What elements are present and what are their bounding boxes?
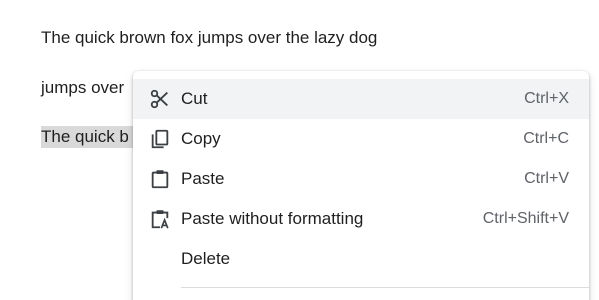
document-line[interactable]: The quick brown fox jumps over the lazy … [41,27,377,49]
menu-item-shortcut: Ctrl+X [524,90,569,107]
document-canvas[interactable]: The quick brown fox jumps over the lazy … [0,0,599,300]
menu-item-label: Paste without formatting [181,209,364,228]
menu-item-shortcut: Ctrl+C [523,130,569,147]
menu-item-label: Cut [181,89,208,108]
context-menu: Cut Ctrl+X Copy Ctrl+C Paste Ctrl+V Past… [133,71,589,300]
menu-item-paste[interactable]: Paste Ctrl+V [133,159,589,199]
document-line[interactable]: jumps over [41,77,124,99]
menu-item-label: Delete [181,249,231,268]
menu-item-paste-without-formatting[interactable]: Paste without formatting Ctrl+Shift+V [133,199,589,239]
menu-item-delete[interactable]: Delete [133,239,589,279]
menu-item-shortcut: Ctrl+V [524,170,569,187]
menu-item-label: Copy [181,129,221,148]
menu-item-copy[interactable]: Copy Ctrl+C [133,119,589,159]
menu-item-label: Paste [181,169,225,188]
menu-item-shortcut: Ctrl+Shift+V [482,210,569,227]
copy-icon [148,127,172,151]
clipboard-icon [148,167,172,191]
menu-divider [181,287,589,288]
menu-item-cut[interactable]: Cut Ctrl+X [133,79,589,119]
scissors-icon [148,87,172,111]
paste-plain-icon [148,207,172,231]
